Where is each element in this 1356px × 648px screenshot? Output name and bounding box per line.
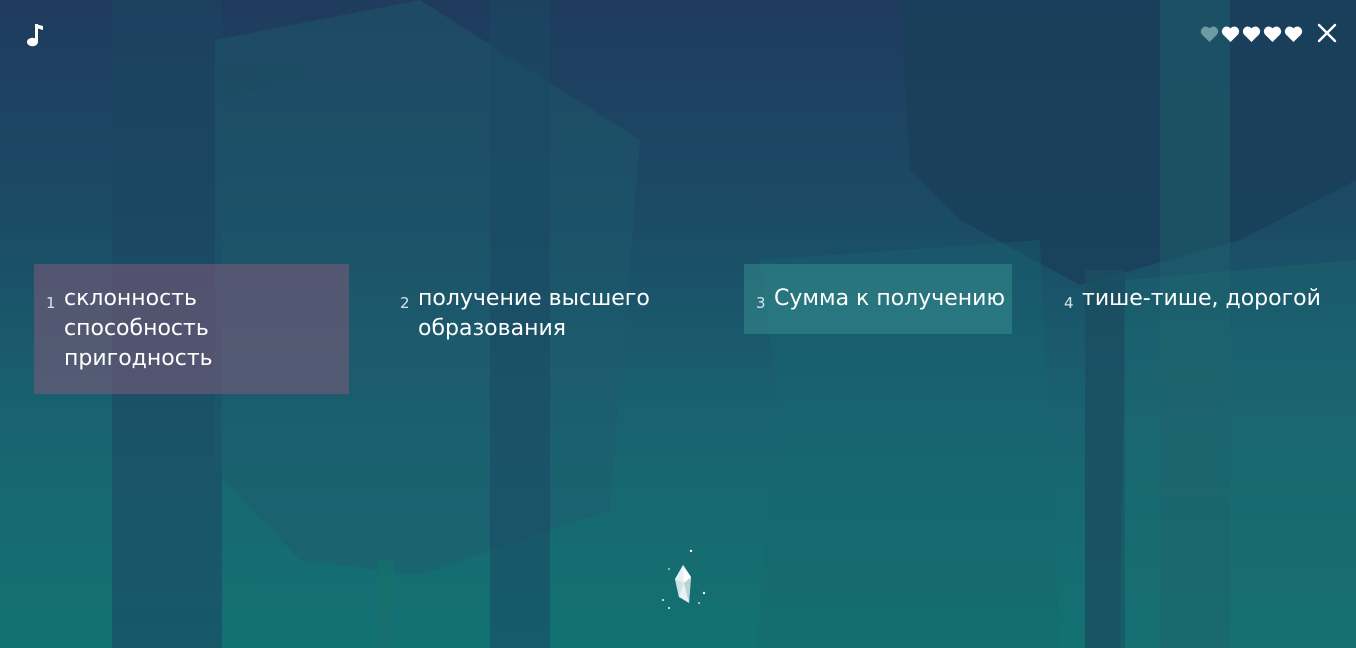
answer-option-3[interactable]: 3 Сумма к получению <box>744 264 1012 334</box>
heart-icon <box>1220 24 1241 44</box>
close-button[interactable] <box>1310 16 1344 50</box>
game-scene: 1 склонность способность пригодность 2 п… <box>0 0 1356 648</box>
option-number: 2 <box>400 294 410 312</box>
option-number: 4 <box>1064 294 1074 312</box>
answer-option-2[interactable]: 2 получение высшего образования <box>386 264 716 354</box>
crystal-icon <box>662 549 706 609</box>
option-text: получение высшего образования <box>418 286 650 341</box>
heart-icon <box>1199 24 1220 44</box>
answer-option-1[interactable]: 1 склонность способность пригодность <box>34 264 349 394</box>
option-text: склонность способность пригодность <box>64 286 213 371</box>
music-toggle-button[interactable] <box>18 18 52 52</box>
option-text: тише-тише, дорогой <box>1082 286 1321 311</box>
option-text: Сумма к получению <box>774 286 1005 311</box>
option-number: 3 <box>756 294 766 312</box>
close-icon <box>1317 23 1337 43</box>
answer-option-4[interactable]: 4 тише-тише, дорогой <box>1050 264 1340 334</box>
heart-icon <box>1283 24 1304 44</box>
heart-icon <box>1241 24 1262 44</box>
lives-indicator <box>1199 24 1304 44</box>
music-note-icon <box>27 24 43 47</box>
heart-icon <box>1262 24 1283 44</box>
option-number: 1 <box>46 294 56 312</box>
